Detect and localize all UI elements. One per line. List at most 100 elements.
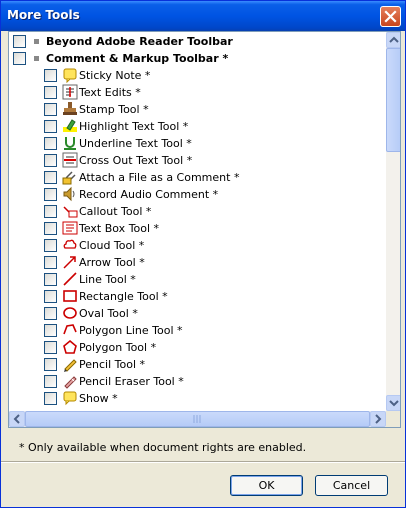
tool-row[interactable]: Pencil Tool * — [9, 356, 386, 373]
attach-file-icon — [62, 171, 76, 185]
tool-row[interactable]: Highlight Text Tool * — [9, 118, 386, 135]
oval-icon — [63, 307, 77, 319]
show-icon — [63, 391, 77, 406]
tool-label: Polygon Tool * — [79, 341, 157, 354]
tool-label: Record Audio Comment * — [79, 188, 219, 201]
tool-row[interactable]: Polygon Line Tool * — [9, 322, 386, 339]
group-row-comment-markup[interactable]: Comment & Markup Toolbar * — [9, 50, 386, 67]
tool-label: Line Tool * — [79, 273, 136, 286]
tool-label: Text Edits * — [79, 86, 141, 99]
sticky-note-icon — [63, 68, 77, 83]
group-bullet — [34, 56, 39, 61]
tool-row[interactable]: Oval Tool * — [9, 305, 386, 322]
checkbox[interactable] — [44, 137, 57, 150]
tool-row[interactable]: Show * — [9, 390, 386, 407]
tool-label: Pencil Eraser Tool * — [79, 375, 184, 388]
checkbox[interactable] — [44, 188, 57, 201]
tool-label: Polygon Line Tool * — [79, 324, 183, 337]
tool-label: Highlight Text Tool * — [79, 120, 189, 133]
checkbox[interactable] — [44, 324, 57, 337]
tool-row[interactable]: Callout Tool * — [9, 203, 386, 220]
tool-label: Callout Tool * — [79, 205, 152, 218]
more-tools-dialog: More Tools Beyond Adobe Reader Toolbar C… — [0, 0, 406, 508]
horizontal-scrollbar[interactable] — [9, 411, 386, 427]
vertical-scroll-thumb[interactable] — [386, 48, 400, 152]
scroll-down-icon — [389, 400, 399, 407]
text-edits-icon — [62, 84, 78, 100]
scroll-up-button[interactable] — [386, 32, 400, 48]
checkbox[interactable] — [44, 222, 57, 235]
cross-out-icon — [62, 152, 78, 168]
vertical-scrollbar[interactable] — [386, 32, 400, 411]
tool-label: Underline Text Tool * — [79, 137, 192, 150]
group-label: Beyond Adobe Reader Toolbar — [46, 35, 233, 48]
tool-label: Rectangle Tool * — [79, 290, 168, 303]
tool-row[interactable]: Line Tool * — [9, 271, 386, 288]
tool-label: Stamp Tool * — [79, 103, 149, 116]
scroll-right-button[interactable] — [370, 411, 386, 427]
highlight-icon — [63, 119, 77, 132]
checkbox[interactable] — [44, 239, 57, 252]
tool-label: Sticky Note * — [79, 69, 151, 82]
checkbox[interactable] — [44, 341, 57, 354]
checkbox[interactable] — [44, 171, 57, 184]
tool-row[interactable]: Cross Out Text Tool * — [9, 152, 386, 169]
checkbox[interactable] — [13, 35, 26, 48]
ok-button[interactable]: OK — [230, 475, 303, 496]
checkbox[interactable] — [44, 290, 57, 303]
pencil-icon — [64, 359, 77, 372]
checkbox[interactable] — [44, 375, 57, 388]
tools-list-rows: Beyond Adobe Reader Toolbar Comment & Ma… — [9, 32, 386, 411]
tool-row[interactable]: Rectangle Tool * — [9, 288, 386, 305]
scroll-left-button[interactable] — [9, 411, 25, 427]
tool-label: Pencil Tool * — [79, 358, 145, 371]
tool-label: Attach a File as a Comment * — [79, 171, 240, 184]
tool-row[interactable]: Arrow Tool * — [9, 254, 386, 271]
checkbox[interactable] — [44, 154, 57, 167]
tool-row[interactable]: Cloud Tool * — [9, 237, 386, 254]
tool-row[interactable]: Pencil Eraser Tool * — [9, 373, 386, 390]
cloud-icon — [63, 239, 77, 249]
polygon-icon — [63, 339, 77, 354]
tool-row[interactable]: Underline Text Tool * — [9, 135, 386, 152]
tool-row[interactable]: Record Audio Comment * — [9, 186, 386, 203]
checkbox[interactable] — [44, 392, 57, 405]
checkbox[interactable] — [44, 86, 57, 99]
checkbox[interactable] — [44, 256, 57, 269]
title-bar[interactable]: More Tools — [1, 1, 405, 31]
tool-row[interactable]: Attach a File as a Comment * — [9, 169, 386, 186]
checkbox[interactable] — [44, 205, 57, 218]
scroll-down-button[interactable] — [386, 395, 400, 411]
tool-row[interactable]: Text Box Tool * — [9, 220, 386, 237]
tool-label: Show * — [79, 392, 118, 405]
checkbox[interactable] — [44, 120, 57, 133]
group-bullet — [34, 39, 39, 44]
checkbox[interactable] — [44, 273, 57, 286]
tool-label: Text Box Tool * — [79, 222, 160, 235]
close-button[interactable] — [380, 6, 401, 27]
group-row-beyond-reader[interactable]: Beyond Adobe Reader Toolbar — [9, 33, 386, 50]
tool-row[interactable]: Text Edits * — [9, 84, 386, 101]
checkbox[interactable] — [13, 52, 26, 65]
checkbox[interactable] — [44, 358, 57, 371]
rectangle-icon — [63, 290, 77, 302]
tools-list: Beyond Adobe Reader Toolbar Comment & Ma… — [8, 31, 401, 428]
tool-row[interactable]: Stamp Tool * — [9, 101, 386, 118]
cancel-button[interactable]: Cancel — [315, 475, 388, 496]
tool-row[interactable]: Polygon Tool * — [9, 339, 386, 356]
audio-icon — [63, 186, 75, 202]
pencil-eraser-icon — [64, 376, 77, 389]
rights-footnote: * Only available when document rights ar… — [19, 441, 307, 454]
scroll-right-icon — [375, 414, 382, 424]
checkbox[interactable] — [44, 103, 57, 116]
horizontal-scroll-thumb[interactable] — [25, 411, 370, 427]
scroll-left-icon — [13, 414, 20, 424]
stamp-icon — [63, 102, 77, 115]
tool-row[interactable]: Sticky Note * — [9, 67, 386, 84]
tool-label: Cross Out Text Tool * — [79, 154, 193, 167]
scroll-up-icon — [389, 36, 399, 43]
checkbox[interactable] — [44, 69, 57, 82]
arrow-icon — [63, 256, 76, 269]
text-box-icon — [62, 221, 78, 235]
checkbox[interactable] — [44, 307, 57, 320]
